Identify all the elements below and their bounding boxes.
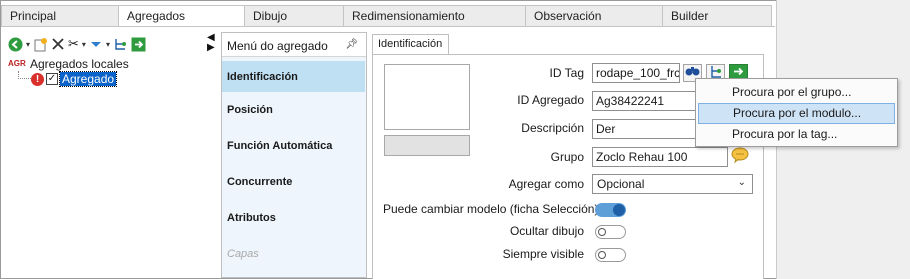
siempre-visible-label: Siempre visible xyxy=(502,247,584,261)
agregar-como-select[interactable]: Opcional ⌄ xyxy=(592,174,753,194)
content-tabs: Identificación xyxy=(372,34,450,55)
tab-identificacion[interactable]: Identificación xyxy=(372,34,450,55)
menu-item-funcion-automatica[interactable]: Función Automática xyxy=(222,128,366,164)
tree-root[interactable]: AGR Agregados locales xyxy=(8,56,213,71)
descripcion-label: Descripción xyxy=(521,121,584,135)
tab-agregados[interactable]: Agregados xyxy=(118,5,245,27)
tree-icon[interactable] xyxy=(113,35,128,53)
menu-header: Menú do agregado 📌︎ xyxy=(222,33,366,57)
dropdown-arrow-icon[interactable]: ▾ xyxy=(26,35,30,53)
tab-builder[interactable]: Builder xyxy=(662,5,772,26)
agregar-como-value: Opcional xyxy=(597,177,645,191)
id-tag-field[interactable]: rodape_100_frc xyxy=(592,63,680,83)
tree-item-checkbox[interactable]: ✓ xyxy=(46,73,58,85)
search-context-menu: Procura por el grupo... Procura por el m… xyxy=(695,78,898,147)
image-button[interactable] xyxy=(384,135,470,156)
scissors-icon[interactable]: ✂ xyxy=(68,35,79,53)
grupo-label: Grupo xyxy=(550,150,584,164)
agregados-toolbar: ▾ ✂ ▾ ▾ xyxy=(8,34,146,54)
tab-dibujo[interactable]: Dibujo xyxy=(244,5,344,26)
id-agregado-label: ID Agregado xyxy=(517,93,584,107)
puede-cambiar-toggle[interactable] xyxy=(595,203,626,217)
id-tag-label: ID Tag xyxy=(549,66,584,80)
menu-item-posicion[interactable]: Posición xyxy=(222,92,366,128)
ocultar-toggle[interactable] xyxy=(595,225,626,239)
puede-cambiar-label: Puede cambiar modelo (ficha Selección) xyxy=(383,202,599,216)
agregar-como-label: Agregar como xyxy=(508,177,584,191)
tab-underline xyxy=(1,26,775,27)
main-tabs: Principal Agregados Dibujo Redimensionam… xyxy=(1,5,772,27)
export-green-icon[interactable] xyxy=(131,35,146,53)
tree-root-label: Agregados locales xyxy=(30,56,129,71)
menu-header-title: Menú do agregado xyxy=(227,39,328,53)
ctx-item-modulo[interactable]: Procura por el modulo... xyxy=(698,103,895,124)
pin-icon[interactable]: 📌︎ xyxy=(345,39,358,56)
menu-item-capas: Capas xyxy=(227,248,259,260)
menu-list: Identificación Posición Función Automáti… xyxy=(222,57,366,277)
warning-icon: ! xyxy=(31,72,44,86)
tree-connector xyxy=(18,71,31,79)
menu-item-identificacion[interactable]: Identificación xyxy=(222,61,365,92)
dropdown-arrow-icon-2[interactable]: ▾ xyxy=(82,35,86,53)
dropdown-arrow-icon-3[interactable]: ▾ xyxy=(106,35,110,53)
siempre-visible-toggle[interactable] xyxy=(595,248,626,262)
grupo-field[interactable]: Zoclo Rehau 100 xyxy=(592,147,728,167)
agregados-tree: AGR Agregados locales ! ✓ Agregado xyxy=(8,56,213,87)
ctx-item-grupo[interactable]: Procura por el grupo... xyxy=(698,82,895,103)
ocultar-label: Ocultar dibujo xyxy=(509,224,584,238)
menu-item-atributos[interactable]: Atributos xyxy=(222,200,366,236)
agregado-menu-panel: Menú do agregado 📌︎ Identificación Posic… xyxy=(221,32,367,278)
tree-item-agregado[interactable]: ! ✓ Agregado xyxy=(18,71,213,87)
tab-observacion[interactable]: Observación xyxy=(525,5,663,26)
new-icon[interactable] xyxy=(33,35,48,53)
menu-item-concurrente[interactable]: Concurrente xyxy=(222,164,366,200)
tab-redimensionamiento[interactable]: Redimensionamiento xyxy=(343,5,526,26)
agr-badge-icon: AGR xyxy=(8,59,26,68)
preview-image-box xyxy=(384,64,470,130)
tree-item-label: Agregado xyxy=(58,71,118,87)
tab-principal[interactable]: Principal xyxy=(1,5,119,26)
ctx-item-tag[interactable]: Procura por la tag... xyxy=(698,124,895,145)
down-blue-icon[interactable] xyxy=(89,35,103,53)
delete-x-icon[interactable] xyxy=(51,35,65,53)
collapse-arrows-icon[interactable]: ◀ ▶ xyxy=(207,33,219,53)
back-green-icon[interactable] xyxy=(8,35,23,53)
chevron-down-icon: ⌄ xyxy=(737,177,746,188)
chat-bubble-icon[interactable] xyxy=(730,147,749,165)
